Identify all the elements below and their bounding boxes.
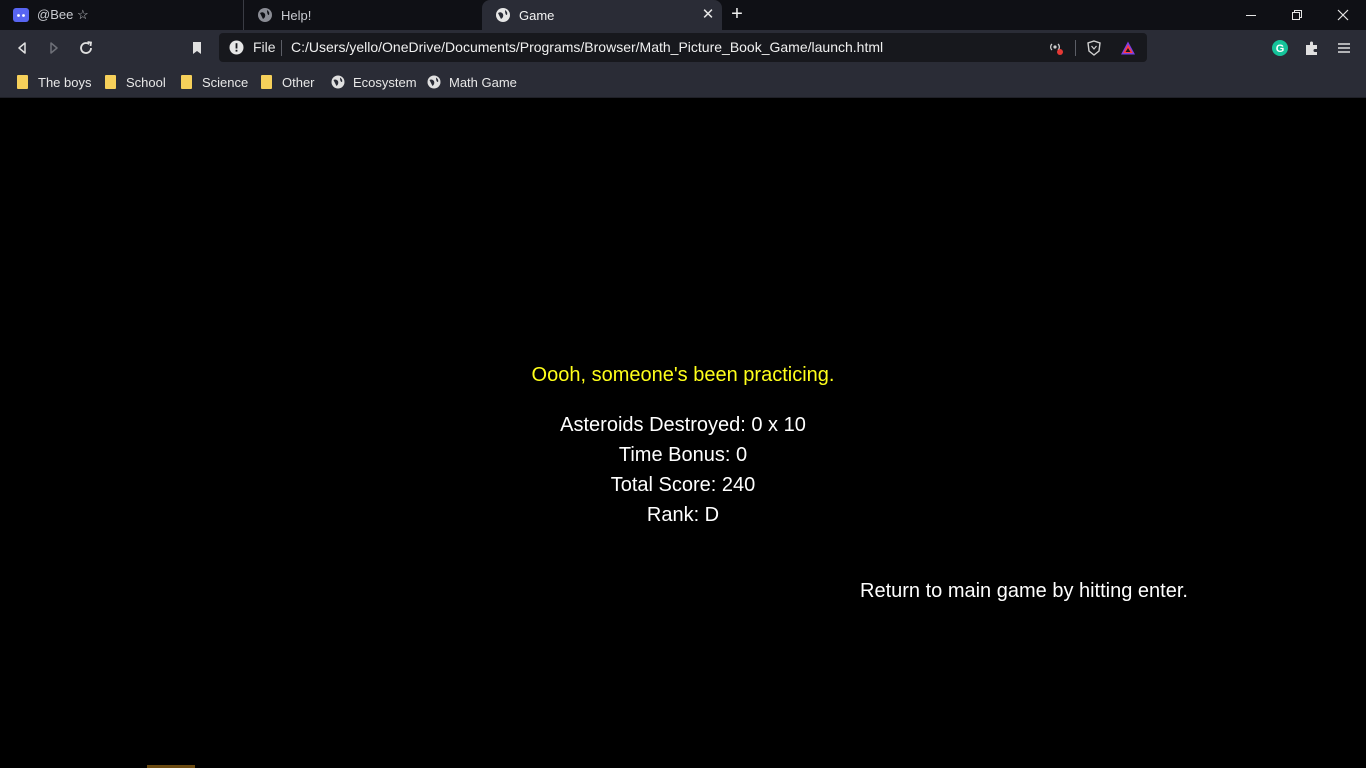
rank: Rank: D <box>646 504 720 526</box>
close-tab-icon[interactable]: ✕ <box>700 7 716 23</box>
folder-icon <box>105 75 116 89</box>
bookmark-ecosystem[interactable]: Ecosystem <box>331 72 417 92</box>
tab-title: Help! <box>281 7 312 23</box>
restore-icon[interactable] <box>1274 0 1320 30</box>
discord-icon <box>13 7 29 23</box>
info-icon[interactable] <box>229 40 244 55</box>
bookmark-icon[interactable] <box>187 38 207 58</box>
tab-help[interactable]: Help! <box>243 0 482 30</box>
game-results-page: Oooh, someone's been practicing. Asteroi… <box>0 99 1366 768</box>
divider <box>1075 40 1076 56</box>
tab-strip: @Bee ☆ Help! Game ✕ + <box>0 0 1366 30</box>
minimize-icon[interactable] <box>1228 0 1274 30</box>
bookmark-label: School <box>126 74 166 90</box>
brave-rewards-icon[interactable] <box>1120 40 1136 56</box>
forward-icon[interactable] <box>44 38 64 58</box>
url-text[interactable]: C:/Users/yello/OneDrive/Documents/Progra… <box>291 39 883 55</box>
bookmark-folder-science[interactable]: Science <box>180 72 248 92</box>
bookmark-label: Science <box>202 74 249 90</box>
globe-icon <box>495 7 511 23</box>
folder-icon <box>181 75 192 89</box>
bookmark-label: The boys <box>38 74 92 90</box>
bookmark-folder-other[interactable]: Other <box>260 72 315 92</box>
tab-title: Game <box>519 7 555 23</box>
folder-icon <box>17 75 28 89</box>
scheme-label: File <box>253 39 276 55</box>
tab-title: @Bee ☆ <box>37 7 89 22</box>
globe-icon <box>331 75 345 89</box>
results-message: Oooh, someone's been practicing. <box>531 364 835 386</box>
broadcast-icon[interactable] <box>1048 40 1064 56</box>
bookmark-label: Other <box>282 74 315 90</box>
globe-icon <box>257 7 273 23</box>
svg-text:G: G <box>1276 43 1285 55</box>
new-tab-button[interactable]: + <box>726 4 748 26</box>
return-hint: Return to main game by hitting enter. <box>860 580 1188 602</box>
bookmark-label: Math Game <box>449 74 517 90</box>
bookmark-math-game[interactable]: Math Game <box>427 72 517 92</box>
reload-icon[interactable] <box>76 38 96 58</box>
browser-toolbar: File C:/Users/yello/OneDrive/Documents/P… <box>0 30 1366 66</box>
bookmarks-bar: The boys School Science Other Ecosystem … <box>0 66 1366 98</box>
divider <box>281 40 282 56</box>
grammarly-icon[interactable]: G <box>1271 39 1289 57</box>
address-bar[interactable]: File C:/Users/yello/OneDrive/Documents/P… <box>219 33 1147 62</box>
time-bonus: Time Bonus: 0 <box>618 444 748 466</box>
extensions-icon[interactable] <box>1303 39 1321 57</box>
total-score: Total Score: 240 <box>610 474 756 496</box>
tab-discord[interactable]: @Bee ☆ <box>0 0 243 30</box>
folder-icon <box>261 75 272 89</box>
bookmark-label: Ecosystem <box>353 74 417 90</box>
tab-game[interactable]: Game ✕ <box>482 0 722 30</box>
brave-shield-icon[interactable] <box>1086 40 1102 56</box>
menu-icon[interactable] <box>1335 39 1353 57</box>
bookmark-folder-the-boys[interactable]: The boys <box>16 72 91 92</box>
bookmark-folder-school[interactable]: School <box>104 72 166 92</box>
asteroids-destroyed: Asteroids Destroyed: 0 x 10 <box>560 414 806 436</box>
back-icon[interactable] <box>12 38 32 58</box>
close-window-icon[interactable] <box>1320 0 1366 30</box>
globe-icon <box>427 75 441 89</box>
